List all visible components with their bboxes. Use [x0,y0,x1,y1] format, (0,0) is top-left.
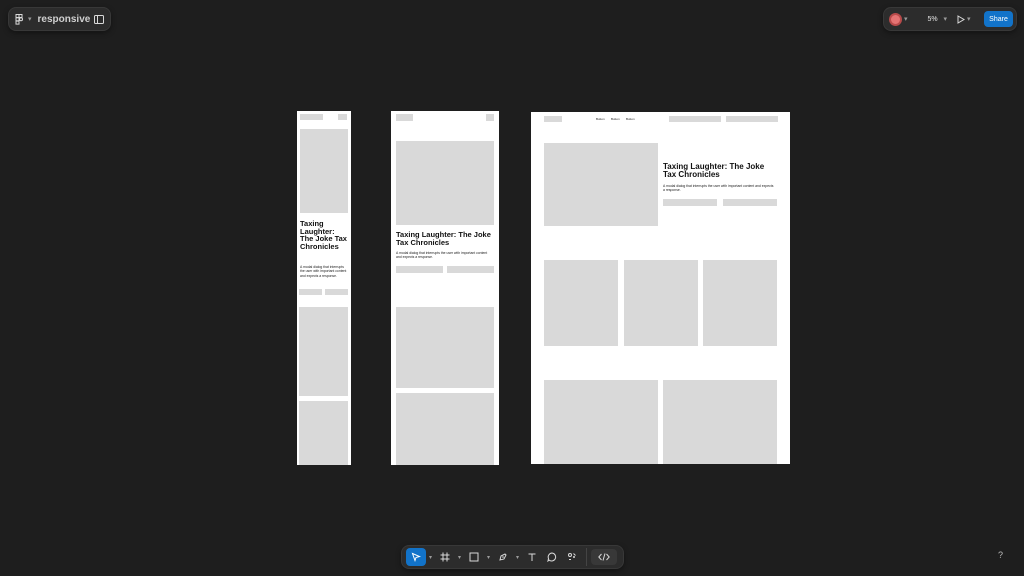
dev-mode-toggle[interactable] [591,549,617,565]
desktop-frame[interactable]: Button Button Button Taxing Laughter: Th… [531,112,790,464]
tablet-frame[interactable]: Taxing Laughter: The Joke Tax Chronicles… [391,111,499,465]
nav-link[interactable]: Button [596,117,605,121]
chevron-down-icon[interactable]: ▾ [28,15,32,23]
card-image [544,380,658,464]
hero-image [396,141,494,225]
shape-tool-icon[interactable] [464,548,484,566]
hero-description: A modal dialog that interrupts the user … [300,265,347,278]
play-icon[interactable] [957,14,966,24]
share-button[interactable]: Share [984,11,1013,27]
card-image [624,260,698,346]
code-icon [598,553,610,561]
hero-image [544,143,658,226]
nav-link[interactable]: Button [611,117,620,121]
file-name[interactable]: responsive [38,14,91,25]
zoom-level[interactable]: 5% [924,16,942,23]
hero-description: A modal dialog that interrupts the user … [663,184,774,193]
logo-placeholder [300,114,323,120]
figma-menu-icon[interactable] [15,13,24,25]
toolbar-divider [586,548,587,566]
button-placeholder [299,289,322,295]
avatar[interactable] [889,12,902,26]
hero-title: Taxing Laughter: The Joke Tax Chronicles [300,219,347,251]
share-panel: ▾ 5% ▾ ▾ Share [883,7,1017,31]
file-menu-panel: ▾ responsive [8,7,111,31]
menu-placeholder [338,114,347,120]
button-placeholder [396,266,443,273]
hero-description: A modal dialog that interrupts the user … [396,251,488,260]
card-image [396,393,494,465]
help-button[interactable]: ? [998,550,1003,560]
nav-link[interactable]: Button [626,117,635,121]
card-image [703,260,777,346]
actions-tool-icon[interactable] [562,548,582,566]
logo-placeholder [544,116,562,122]
chevron-down-icon[interactable]: ▾ [484,554,493,561]
button-placeholder [663,199,717,206]
logo-placeholder [396,114,413,121]
bottom-toolbar: ▾ ▾ ▾ ▾ [401,545,624,569]
button-placeholder [325,289,348,295]
hero-image [300,129,348,213]
comment-tool-icon[interactable] [542,548,562,566]
card-image [396,307,494,388]
mobile-frame[interactable]: Taxing Laughter: The Joke Tax Chronicles… [297,111,351,465]
move-tool-icon[interactable] [406,548,426,566]
hero-title: Taxing Laughter: The Joke Tax Chronicles [663,162,765,179]
card-image [299,307,348,396]
button-placeholder [447,266,494,273]
sidebar-toggle-icon[interactable] [94,14,105,24]
frame-tool-icon[interactable] [435,548,455,566]
card-image [544,260,618,346]
menu-placeholder [486,114,494,121]
chevron-down-icon[interactable]: ▾ [944,15,948,23]
button-placeholder [726,116,778,122]
card-image [299,401,348,465]
hero-title: Taxing Laughter: The Joke Tax Chronicles [396,230,491,247]
text-tool-icon[interactable] [522,548,542,566]
chevron-down-icon[interactable]: ▾ [426,554,435,561]
chevron-down-icon[interactable]: ▾ [967,15,971,23]
chevron-down-icon[interactable]: ▾ [455,554,464,561]
button-placeholder [723,199,777,206]
chevron-down-icon[interactable]: ▾ [513,554,522,561]
chevron-down-icon[interactable]: ▾ [904,15,908,23]
button-placeholder [669,116,721,122]
pen-tool-icon[interactable] [493,548,513,566]
card-image [663,380,777,464]
